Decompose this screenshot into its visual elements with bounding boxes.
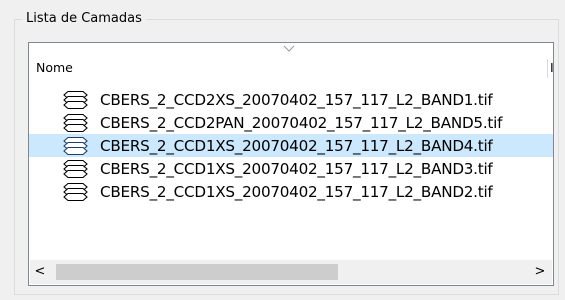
column-header[interactable]: Nome I: [29, 43, 553, 78]
layer-stack-icon: [63, 159, 88, 179]
list-item-label: CBERS_2_CCD1XS_20070402_157_117_L2_BAND3…: [100, 160, 493, 178]
column-divider[interactable]: [547, 59, 548, 78]
layer-stack-icon: [63, 90, 88, 110]
column-header-clipped[interactable]: I: [550, 60, 553, 75]
list-item[interactable]: CBERS_2_CCD1XS_20070402_157_117_L2_BAND2…: [29, 180, 553, 203]
layer-stack-icon: [63, 136, 88, 156]
column-header-name[interactable]: Nome: [36, 60, 73, 75]
sort-chevron-icon: [283, 45, 295, 52]
list-item-label: CBERS_2_CCD2PAN_20070402_157_117_L2_BAND…: [100, 114, 503, 132]
list-item-label: CBERS_2_CCD1XS_20070402_157_117_L2_BAND2…: [100, 183, 493, 201]
layer-stack-icon: [63, 113, 88, 133]
horizontal-scrollbar[interactable]: < >: [30, 260, 552, 284]
list-item[interactable]: CBERS_2_CCD2XS_20070402_157_117_L2_BAND1…: [29, 88, 553, 111]
layer-rows: CBERS_2_CCD2XS_20070402_157_117_L2_BAND1…: [29, 88, 553, 203]
scroll-left-button[interactable]: <: [32, 264, 48, 280]
layer-listview[interactable]: Nome I CBERS_2_CCD2XS_20070402_157_117_L…: [28, 42, 554, 286]
scroll-right-button[interactable]: >: [532, 264, 548, 280]
list-item-label: CBERS_2_CCD1XS_20070402_157_117_L2_BAND4…: [100, 137, 493, 155]
list-item-label: CBERS_2_CCD2XS_20070402_157_117_L2_BAND1…: [100, 91, 493, 109]
groupbox-title: Lista de Camadas: [22, 10, 146, 27]
list-item[interactable]: CBERS_2_CCD1XS_20070402_157_117_L2_BAND3…: [29, 157, 553, 180]
list-item-selected[interactable]: CBERS_2_CCD1XS_20070402_157_117_L2_BAND4…: [29, 134, 553, 157]
layer-stack-icon: [63, 182, 88, 202]
scrollbar-thumb[interactable]: [56, 264, 338, 280]
list-item[interactable]: CBERS_2_CCD2PAN_20070402_157_117_L2_BAND…: [29, 111, 553, 134]
